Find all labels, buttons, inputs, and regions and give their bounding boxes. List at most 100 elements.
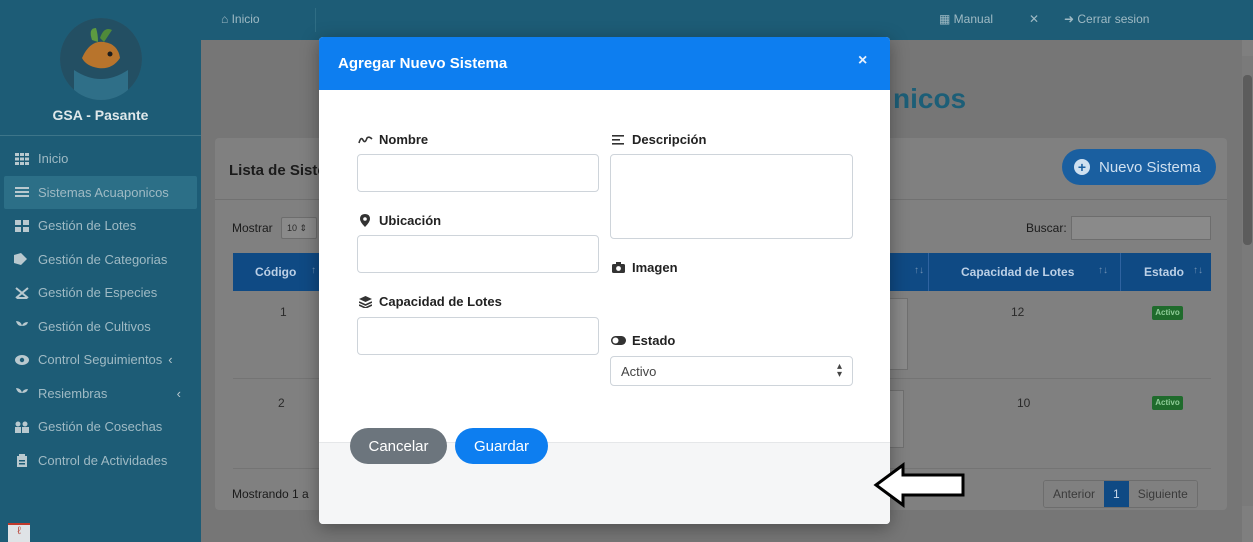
- scrollbar-thumb[interactable]: [1243, 75, 1252, 245]
- seedling-icon: [14, 320, 30, 333]
- brand-name: GSA - Pasante: [52, 107, 149, 123]
- grid-icon: [14, 152, 30, 165]
- sidebar-item-label: Resiembras: [38, 385, 108, 401]
- signature-icon: [357, 135, 373, 145]
- sidebar-item-resiembras[interactable]: Resiembras ‹: [0, 377, 201, 411]
- sidebar-item-label: Control de Actividades: [38, 452, 168, 468]
- divider: [0, 135, 201, 136]
- show-entries-select[interactable]: 10 ⇕: [281, 217, 317, 239]
- laravel-icon: ℓ: [8, 523, 30, 542]
- entries-info: Mostrando 1 a: [232, 487, 309, 501]
- sidebar-item-label: Inicio: [38, 151, 69, 167]
- status-badge: Activo: [1152, 396, 1183, 410]
- pagination-next[interactable]: Siguiente: [1128, 481, 1197, 507]
- sidebar-item-inicio[interactable]: Inicio: [0, 142, 201, 176]
- column-header-capacidad[interactable]: Capacidad de Lotes: [961, 265, 1074, 279]
- layers-icon: [357, 295, 373, 308]
- sidebar-item-label: Sistemas Acuaponicos: [38, 184, 169, 200]
- cell-codigo: 2: [278, 396, 285, 410]
- save-button[interactable]: Guardar: [455, 428, 548, 464]
- estado-label: Estado: [610, 333, 675, 348]
- toggle-icon: [610, 336, 626, 345]
- column-header-codigo[interactable]: Código: [255, 265, 296, 279]
- nav-manual[interactable]: ▦ Manual: [939, 12, 993, 26]
- sidebar-nav: Inicio Sistemas Acuaponicos Gestión de L…: [0, 142, 201, 477]
- divider: [1120, 253, 1121, 291]
- blocks-icon: [14, 219, 30, 232]
- divider: [315, 8, 316, 32]
- plus-icon: +: [1074, 159, 1090, 175]
- sidebar-item-actividades[interactable]: Control de Actividades: [0, 444, 201, 478]
- modal-title: Agregar Nuevo Sistema: [338, 55, 508, 72]
- sidebar: GSA - Pasante Inicio Sistemas Acuaponico…: [0, 0, 201, 542]
- sidebar-item-cosechas[interactable]: Gestión de Cosechas: [0, 410, 201, 444]
- clipboard-icon: [14, 453, 30, 467]
- sidebar-item-sistemas[interactable]: Sistemas Acuaponicos: [4, 175, 197, 209]
- nav-inicio[interactable]: ⌂ Inicio: [221, 12, 260, 26]
- show-entries-label: Mostrar: [232, 221, 273, 235]
- top-navbar: ⌂ Inicio ▦ Manual ✕ ➜ Cerrar sesion: [201, 0, 1253, 40]
- sidebar-item-label: Gestión de Lotes: [38, 218, 137, 234]
- capacidad-input[interactable]: [357, 317, 599, 355]
- search-label: Buscar:: [1026, 221, 1067, 235]
- sidebar-item-label: Gestión de Categorias: [38, 251, 168, 267]
- page-title: nicos: [893, 83, 967, 114]
- new-system-button[interactable]: + Nuevo Sistema: [1062, 149, 1216, 185]
- select-arrows-icon: ▴ ▾: [836, 361, 842, 380]
- column-header-estado[interactable]: Estado: [1144, 265, 1184, 279]
- arrow-left-icon: [873, 462, 965, 508]
- sort-icon: ↑↓: [1193, 265, 1203, 276]
- book-icon: ▦: [939, 12, 954, 26]
- sort-icon: ↑: [311, 265, 316, 276]
- sign-out-icon: ➜: [1064, 12, 1078, 26]
- ubicacion-input[interactable]: [357, 235, 599, 273]
- pagination-page-1[interactable]: 1: [1104, 481, 1129, 507]
- sidebar-item-cultivos[interactable]: Gestión de Cultivos: [0, 310, 201, 344]
- sidebar-item-especies[interactable]: Gestión de Especies: [0, 276, 201, 310]
- card-title: Lista de Siste: [229, 162, 326, 179]
- close-icon[interactable]: ×: [858, 52, 867, 70]
- chevron-left-icon: ‹: [176, 385, 181, 401]
- descripcion-label: Descripción: [610, 132, 706, 147]
- cell-codigo: 1: [280, 305, 287, 319]
- imagen-label: Imagen: [610, 260, 678, 275]
- divider: [928, 253, 929, 291]
- estado-select[interactable]: Activo ▴ ▾: [610, 356, 853, 386]
- list-icon: [14, 186, 30, 199]
- cell-capacidad: 10: [1017, 396, 1031, 410]
- home-icon: ⌂: [221, 12, 232, 26]
- nombre-label: Nombre: [357, 132, 428, 147]
- search-input[interactable]: [1071, 216, 1211, 240]
- chevron-left-icon: ‹: [168, 352, 173, 368]
- tag-icon: [14, 253, 30, 266]
- map-marker-icon: [357, 214, 373, 227]
- logo: [60, 18, 142, 100]
- pagination-prev[interactable]: Anterior: [1044, 481, 1105, 507]
- ubicacion-label: Ubicación: [357, 213, 441, 228]
- cancel-button[interactable]: Cancelar: [350, 428, 447, 464]
- nombre-input[interactable]: [357, 154, 599, 192]
- sidebar-item-label: Control Seguimientos: [38, 352, 163, 368]
- pagination: Anterior 1 Siguiente: [1043, 480, 1198, 508]
- nav-cerrar-sesion[interactable]: ➜ Cerrar sesion: [1064, 12, 1149, 26]
- sidebar-item-seguimientos[interactable]: Control Seguimientos ‹: [0, 343, 201, 377]
- seedling-icon: [14, 387, 30, 400]
- sidebar-item-label: Gestión de Especies: [38, 285, 158, 301]
- eye-icon: [14, 353, 30, 366]
- align-left-icon: [610, 134, 626, 145]
- sidebar-item-label: Gestión de Cosechas: [38, 419, 163, 435]
- people-icon: [14, 420, 30, 433]
- sidebar-item-label: Gestión de Cultivos: [38, 318, 151, 334]
- cell-capacidad: 12: [1011, 305, 1025, 319]
- descripcion-textarea[interactable]: [610, 154, 853, 239]
- sidebar-item-lotes[interactable]: Gestión de Lotes: [0, 209, 201, 243]
- sort-icon: ↑↓: [914, 265, 924, 276]
- fullscreen-icon[interactable]: ✕: [1029, 12, 1039, 26]
- status-badge: Activo: [1152, 306, 1183, 320]
- sort-icon: ↑↓: [1098, 265, 1108, 276]
- fish-icon: [14, 286, 30, 299]
- capacidad-label: Capacidad de Lotes: [357, 294, 502, 309]
- modal-header: Agregar Nuevo Sistema ×: [319, 37, 890, 90]
- camera-icon: [610, 262, 626, 273]
- sidebar-item-categorias[interactable]: Gestión de Categorias: [0, 243, 201, 277]
